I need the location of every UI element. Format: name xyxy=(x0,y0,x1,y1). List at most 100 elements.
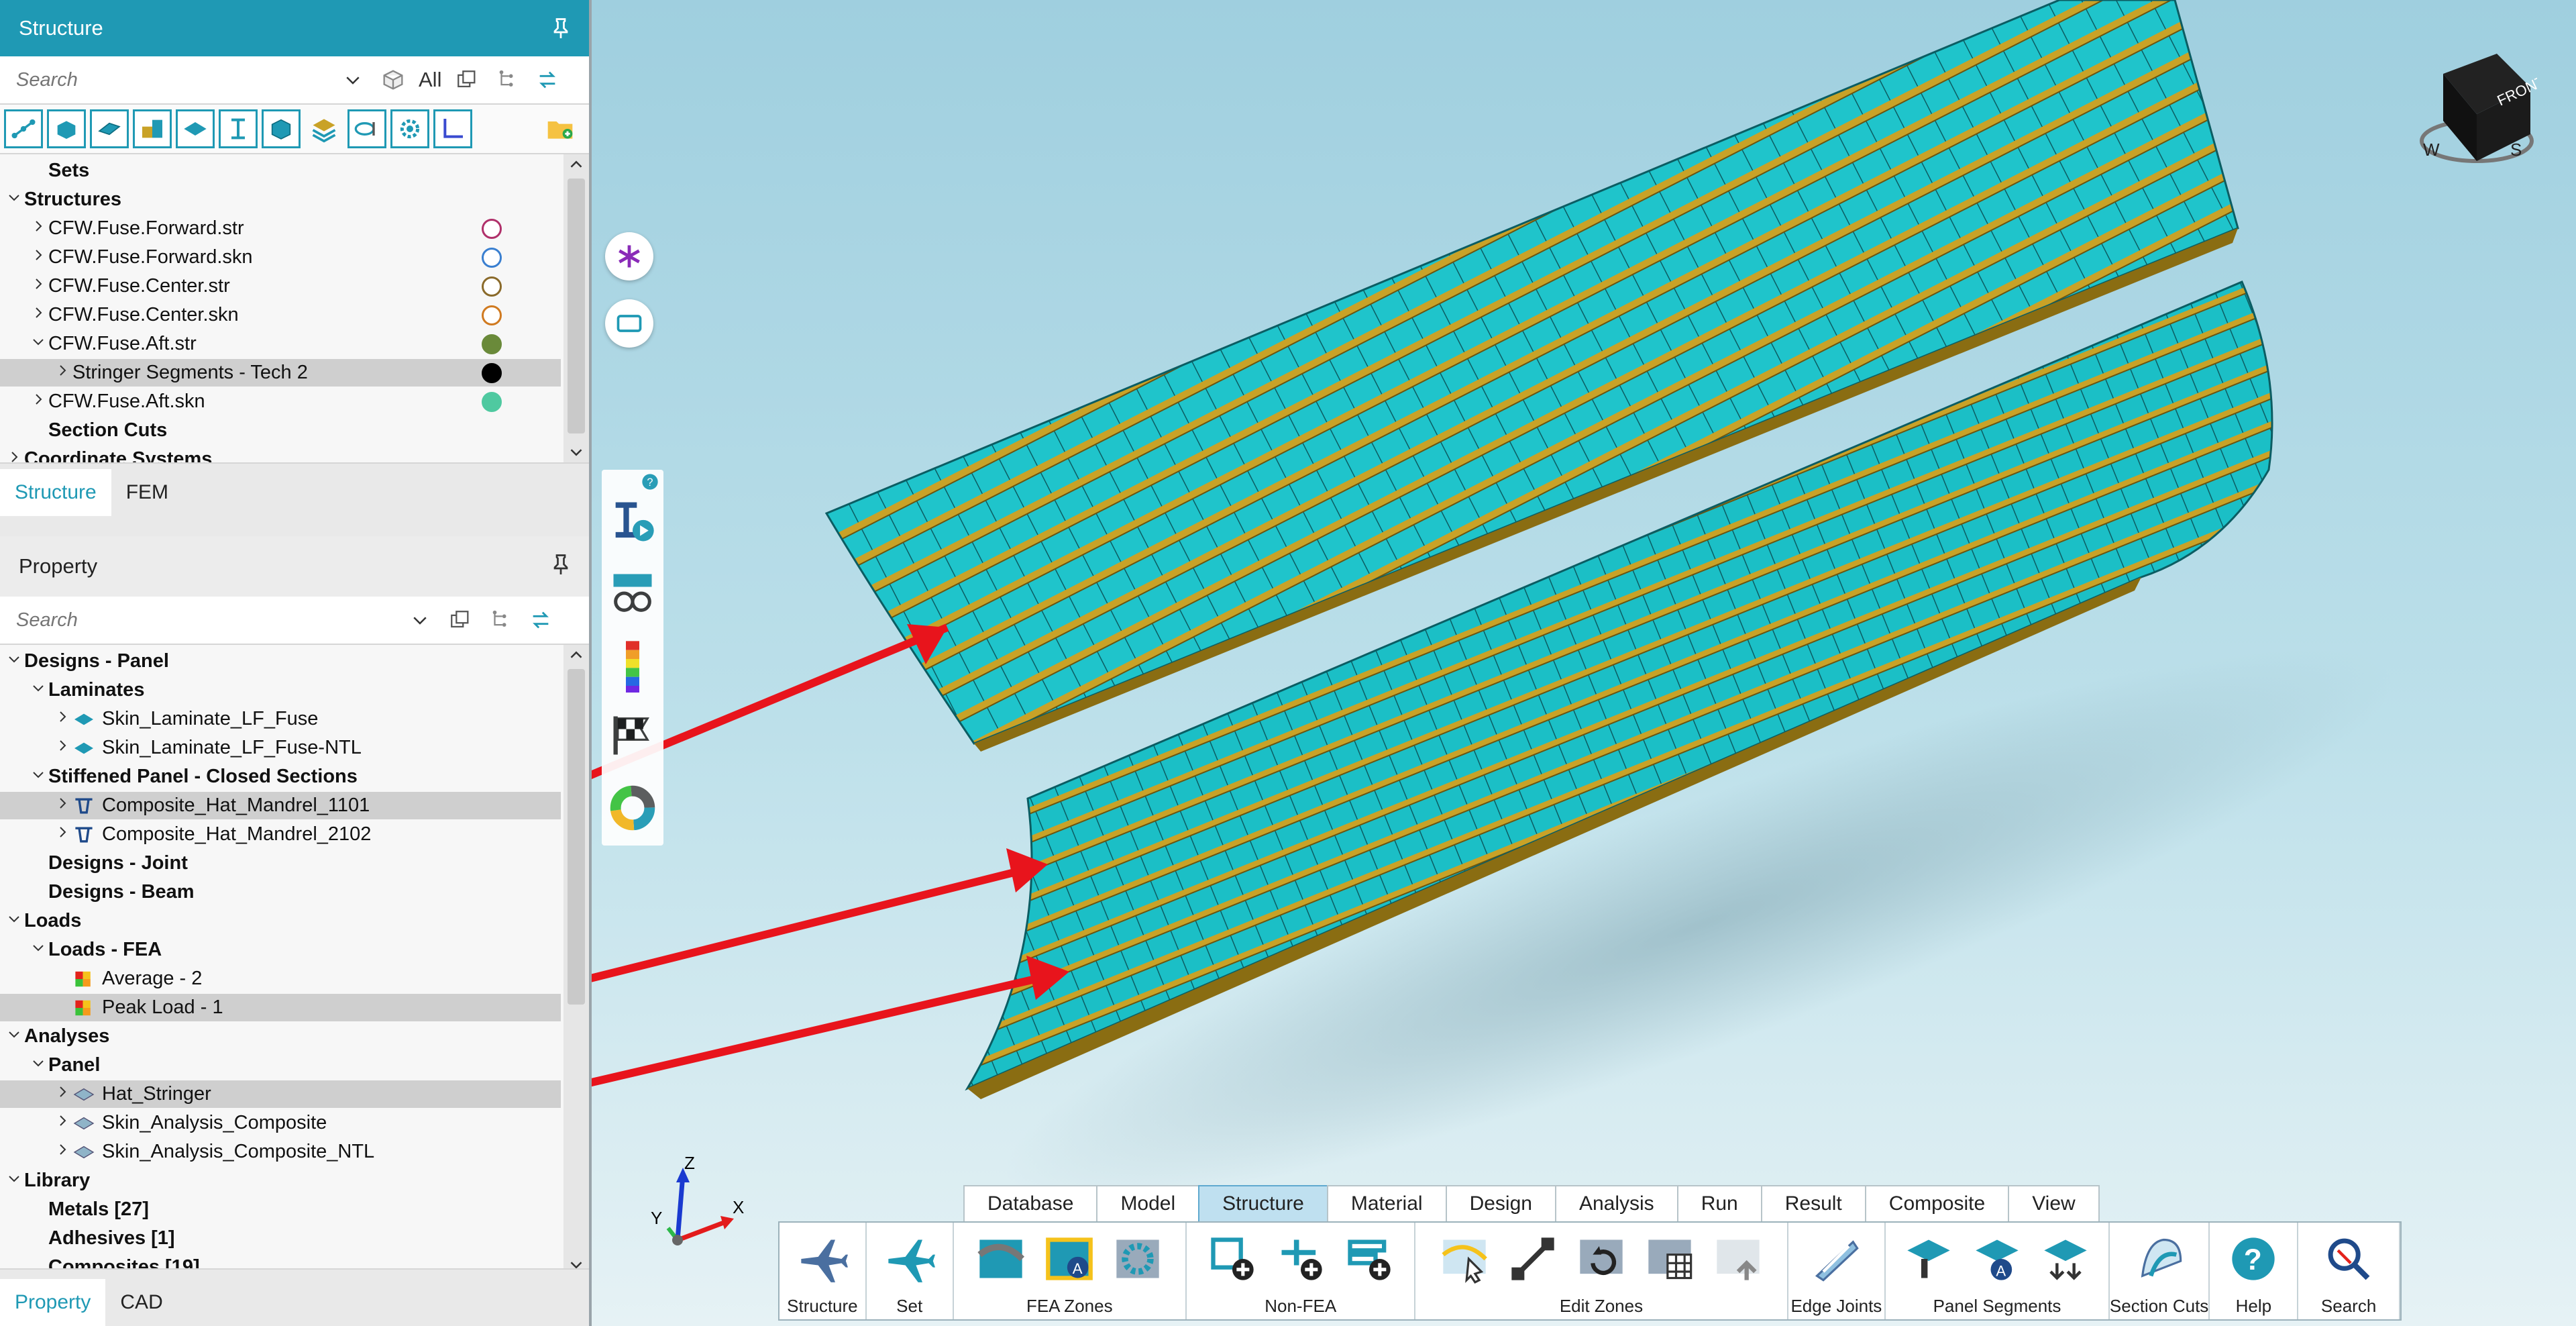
fuselage-model[interactable] xyxy=(592,0,2576,1326)
select-zone-icon[interactable] xyxy=(1436,1231,1493,1287)
chevron-down-icon[interactable] xyxy=(28,680,48,701)
help-small-icon[interactable]: ? xyxy=(641,472,659,491)
mesh-gear-icon[interactable] xyxy=(390,109,429,148)
pin-icon[interactable] xyxy=(549,16,573,40)
tab-property[interactable]: Property xyxy=(0,1279,106,1326)
property-scrollbar[interactable] xyxy=(564,645,589,1275)
tree-row[interactable]: CFW.Fuse.Forward.skn xyxy=(0,244,561,271)
model-viewport[interactable]: FRONT W S Z X Y xyxy=(592,0,2576,1326)
tree-row[interactable]: Hat_Stringer xyxy=(0,1080,561,1108)
ribbon-tab-run[interactable]: Run xyxy=(1676,1185,1762,1221)
add-beam-icon[interactable] xyxy=(1341,1231,1397,1287)
chevron-down-icon[interactable] xyxy=(400,600,440,640)
chevron-down-icon[interactable] xyxy=(4,1170,24,1191)
plate-icon[interactable] xyxy=(90,109,129,148)
chevron-right-icon[interactable] xyxy=(52,1141,72,1162)
beam-icon[interactable] xyxy=(219,109,258,148)
color-swatch-icon[interactable] xyxy=(482,305,502,325)
tree-row[interactable]: Stiffened Panel - Closed Sections xyxy=(0,763,561,790)
chevron-down-icon[interactable] xyxy=(28,766,48,787)
collapse-all-icon[interactable] xyxy=(440,600,480,640)
axes-icon[interactable] xyxy=(433,109,472,148)
tree-row[interactable]: Average - 2 xyxy=(0,965,561,992)
asterisk-button[interactable] xyxy=(605,232,653,280)
chevron-right-icon[interactable] xyxy=(52,795,72,816)
all-filter-label[interactable]: All xyxy=(419,68,441,92)
beam-play-icon[interactable] xyxy=(607,497,658,548)
panel-segment-icon[interactable] xyxy=(1900,1231,1957,1287)
tree-row[interactable]: Structures xyxy=(0,186,561,213)
move-zone-icon[interactable] xyxy=(1710,1231,1766,1287)
folder-add-icon[interactable] xyxy=(541,109,580,148)
fea-zone-icon[interactable] xyxy=(973,1231,1029,1287)
cube-filter-icon[interactable] xyxy=(373,60,413,100)
chevron-right-icon[interactable] xyxy=(52,709,72,729)
tree-row[interactable]: CFW.Fuse.Center.str xyxy=(0,272,561,300)
chevron-down-icon[interactable] xyxy=(28,939,48,960)
panel-segment-auto-icon[interactable]: A xyxy=(1969,1231,2025,1287)
nodes-icon[interactable] xyxy=(4,109,43,148)
chevron-down-icon[interactable] xyxy=(4,911,24,931)
tree-row[interactable]: Skin_Analysis_Composite xyxy=(0,1109,561,1137)
chevron-right-icon[interactable] xyxy=(52,1113,72,1133)
chevron-down-icon[interactable] xyxy=(4,651,24,672)
ribbon-tab-result[interactable]: Result xyxy=(1760,1185,1866,1221)
tree-row[interactable]: CFW.Fuse.Aft.str xyxy=(0,330,561,358)
tab-fem[interactable]: FEM xyxy=(111,469,183,516)
tree-row[interactable]: Designs - Panel xyxy=(0,648,561,675)
tree-row[interactable]: CFW.Fuse.Center.skn xyxy=(0,301,561,329)
section-cut-icon[interactable] xyxy=(2131,1231,2188,1287)
add-joint-icon[interactable] xyxy=(1273,1231,1329,1287)
tree-row[interactable]: CFW.Fuse.Forward.str xyxy=(0,215,561,242)
view-cube[interactable]: FRONT W S xyxy=(2403,47,2537,174)
chevron-right-icon[interactable] xyxy=(52,737,72,758)
ribbon-tab-material[interactable]: Material xyxy=(1326,1185,1447,1221)
sync-icon[interactable] xyxy=(521,600,561,640)
chevron-right-icon[interactable] xyxy=(28,218,48,239)
chevron-down-icon[interactable] xyxy=(4,189,24,210)
structure-scrollbar[interactable] xyxy=(564,154,589,462)
sync-icon[interactable] xyxy=(527,60,568,100)
chevron-right-icon[interactable] xyxy=(28,276,48,297)
tree-row[interactable]: Coordinate Systems xyxy=(0,446,561,462)
chevron-down-icon[interactable] xyxy=(4,1026,24,1047)
tree-row[interactable]: Analyses xyxy=(0,1023,561,1050)
tree-row[interactable]: Skin_Laminate_LF_Fuse xyxy=(0,705,561,733)
tree-row[interactable]: Section Cuts xyxy=(0,417,561,444)
ribbon-tab-composite[interactable]: Composite xyxy=(1864,1185,2010,1221)
airplane-icon[interactable] xyxy=(794,1231,851,1287)
tree-row[interactable]: Skin_Analysis_Composite_NTL xyxy=(0,1138,561,1166)
grid-zone-icon[interactable] xyxy=(1642,1231,1698,1287)
tab-cad[interactable]: CAD xyxy=(105,1279,177,1326)
ribbon-tab-model[interactable]: Model xyxy=(1096,1185,1200,1221)
rectangle-select-button[interactable] xyxy=(605,299,653,348)
shell-icon[interactable] xyxy=(176,109,215,148)
tree-row[interactable]: Skin_Laminate_LF_Fuse-NTL xyxy=(0,734,561,762)
tree-row[interactable]: Composite_Hat_Mandrel_2102 xyxy=(0,821,561,848)
tree-row[interactable]: Stringer Segments - Tech 2 xyxy=(0,359,561,387)
chevron-right-icon[interactable] xyxy=(4,449,24,462)
ribbon-tab-database[interactable]: Database xyxy=(963,1185,1098,1221)
tree-row[interactable]: CFW.Fuse.Aft.skn xyxy=(0,388,561,415)
color-swatch-icon[interactable] xyxy=(482,218,502,239)
solid-icon[interactable] xyxy=(47,109,86,148)
edge-joint-icon[interactable] xyxy=(1808,1231,1864,1287)
chevron-right-icon[interactable] xyxy=(28,305,48,325)
tree-row[interactable]: Adhesives [1] xyxy=(0,1225,561,1252)
color-swatch-icon[interactable] xyxy=(482,391,502,412)
rotate-zone-icon[interactable] xyxy=(1573,1231,1629,1287)
tree-row[interactable]: Designs - Beam xyxy=(0,878,561,906)
layers-icon[interactable] xyxy=(305,109,343,148)
chevron-right-icon[interactable] xyxy=(52,362,72,383)
tree-row[interactable]: Designs - Joint xyxy=(0,850,561,877)
collapse-all-icon[interactable] xyxy=(447,60,487,100)
airplane-set-icon[interactable] xyxy=(881,1231,938,1287)
tree-row[interactable]: Panel xyxy=(0,1052,561,1079)
glasses-icon[interactable] xyxy=(607,568,658,619)
checkered-flag-icon[interactable] xyxy=(607,710,658,761)
help-icon[interactable]: ? xyxy=(2225,1231,2282,1287)
panel-segment-split-icon[interactable] xyxy=(2037,1231,2094,1287)
fea-zone-gear-icon[interactable] xyxy=(1110,1231,1166,1287)
fea-zone-auto-icon[interactable]: A xyxy=(1041,1231,1097,1287)
color-swatch-icon[interactable] xyxy=(482,334,502,354)
